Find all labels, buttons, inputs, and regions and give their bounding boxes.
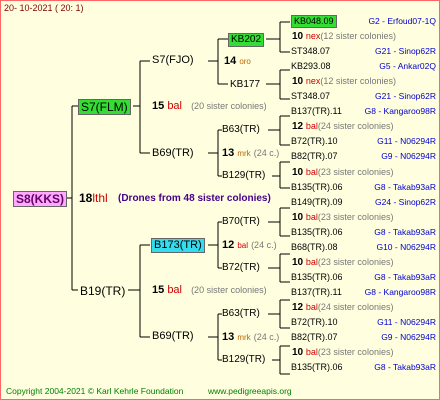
g2-d-queen[interactable]: B69(TR) [152, 331, 194, 342]
g2-a-generation: 14 oro [224, 55, 251, 67]
g4-queen-3[interactable]: KB293.08 [291, 62, 331, 71]
g4-generation-22: 10 bal(23 sister colonies) [292, 347, 394, 358]
g4-breeder-code-6: G8 - Kangaroo98R [364, 106, 436, 116]
g4-breeder-code-11: G8 - Takab93aR [374, 182, 436, 192]
g2-b-generation: 13 mrk (24 c.) [222, 147, 280, 159]
g4-queen-17[interactable]: B135(TR).06 [291, 273, 343, 282]
g3-d1-queen[interactable]: B63(TR) [222, 309, 260, 319]
g2-b-queen[interactable]: B69(TR) [152, 148, 194, 159]
g1-top-generation: 15 bal (20 sister colonies) [152, 100, 267, 112]
g4-queen-6[interactable]: B137(TR).11 [291, 107, 342, 116]
g1-bottom-generation: 15 bal (20 sister colonies) [152, 284, 267, 296]
g2-c-queen-selected[interactable]: B173(TR) [151, 238, 205, 253]
g2-a-queen[interactable]: S7(FJO) [152, 55, 194, 66]
g4-generation-7: 12 bal(24 sister colonies) [292, 121, 394, 132]
g3-b1-queen[interactable]: B63(TR) [222, 125, 260, 135]
g4-breeder-code-20: G11 - N06294R [377, 317, 436, 327]
g4-breeder-code-12: G24 - Sinop62R [375, 197, 436, 207]
g4-generation-19: 12 bal(24 sister colonies) [292, 302, 394, 313]
g4-generation-1: 10 nex(12 sister colonies) [292, 31, 396, 42]
g3-c2-queen[interactable]: B72(TR) [222, 263, 260, 273]
g4-breeder-code-21: G9 - N06294R [381, 332, 436, 342]
g4-queen-11[interactable]: B135(TR).06 [291, 183, 343, 192]
g2-c-generation: 12 bal (24 c.) [222, 239, 277, 251]
g3-a2-queen[interactable]: KB177 [230, 80, 260, 90]
g4-breeder-code-18: G8 - Kangaroo98R [364, 287, 436, 297]
g4-queen-9[interactable]: B82(TR).07 [291, 152, 338, 161]
copyright-text: Copyright 2004-2021 © Karl Kehrle Founda… [6, 386, 184, 396]
g3-c1-queen[interactable]: B70(TR) [222, 217, 260, 227]
g1-bottom-queen[interactable]: B19(TR) [80, 285, 125, 297]
g4-breeder-code-3: G5 - Ankar02Q [379, 61, 436, 71]
g4-queen-14[interactable]: B135(TR).06 [291, 228, 343, 237]
root-generation: 18lthl [79, 191, 108, 205]
g4-breeder-code-8: G11 - N06294R [377, 136, 436, 146]
g4-generation-10: 10 bal(23 sister colonies) [292, 167, 394, 178]
g4-queen-20[interactable]: B72(TR).10 [291, 318, 338, 327]
g1-top-queen[interactable]: S7(FLM) [78, 99, 131, 115]
root-drones-note: (Drones from 48 sister colonies) [118, 193, 271, 204]
report-date: 20- 10-2021 ( 20: 1) [4, 3, 84, 13]
g4-queen-18[interactable]: B137(TR).11 [291, 288, 342, 297]
g4-breeder-code-5: G21 - Sinop62R [375, 91, 436, 101]
g4-queen-5[interactable]: ST348.07 [291, 92, 330, 101]
g3-a1-queen[interactable]: KB202 [228, 33, 265, 47]
g4-breeder-code-2: G21 - Sinop62R [375, 46, 436, 56]
g4-queen-12[interactable]: B149(TR).09 [291, 198, 343, 207]
site-link[interactable]: www.pedigreeapis.org [208, 387, 292, 396]
g4-queen-23[interactable]: B135(TR).06 [291, 363, 343, 372]
g4-breeder-code-17: G8 - Takab93aR [374, 272, 436, 282]
g4-generation-13: 10 bal(23 sister colonies) [292, 212, 394, 223]
g4-breeder-code-9: G9 - N06294R [381, 151, 436, 161]
g4-generation-4: 10 nex(12 sister colonies) [292, 76, 396, 87]
g4-queen-0[interactable]: KB048.09 [291, 15, 337, 28]
g4-breeder-code-23: G8 - Takab93aR [374, 362, 436, 372]
g4-breeder-code-14: G8 - Takab93aR [374, 227, 436, 237]
g4-breeder-code-15: G10 - N06294R [376, 242, 436, 252]
root-queen[interactable]: S8(KKS) [13, 191, 68, 207]
g4-queen-21[interactable]: B82(TR).07 [291, 333, 338, 342]
g2-d-generation: 13 mrk (24 c.) [222, 331, 280, 343]
g4-queen-15[interactable]: B68(TR).08 [291, 243, 338, 252]
g4-queen-8[interactable]: B72(TR).10 [291, 137, 338, 146]
g4-generation-16: 10 bal(23 sister colonies) [292, 257, 394, 268]
g3-d2-queen[interactable]: B129(TR) [222, 355, 265, 365]
g3-b2-queen[interactable]: B129(TR) [222, 171, 265, 181]
g4-queen-2[interactable]: ST348.07 [291, 47, 330, 56]
g4-breeder-code-0: G2 - Erfoud07-1Q [368, 16, 436, 26]
